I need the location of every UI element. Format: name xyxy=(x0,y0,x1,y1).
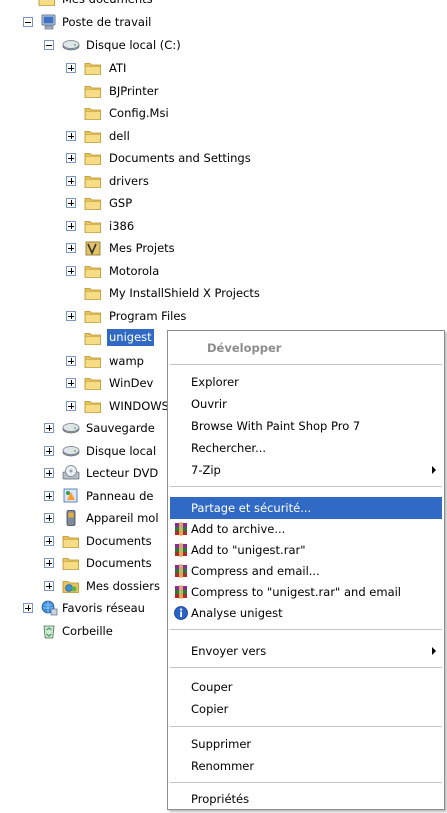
expand-toggle[interactable] xyxy=(66,221,76,231)
folder-icon xyxy=(84,397,102,415)
submenu-arrow-icon xyxy=(432,647,436,655)
expand-toggle[interactable] xyxy=(44,558,54,568)
expand-toggle[interactable] xyxy=(66,356,76,366)
menu-item-couper[interactable]: Couper xyxy=(170,676,442,698)
network-folder-icon xyxy=(62,577,80,595)
folder-icon xyxy=(84,307,102,325)
collapse-toggle[interactable] xyxy=(23,17,33,27)
menu-item-compress-and-email[interactable]: Compress and email... xyxy=(170,560,442,582)
expand-toggle[interactable] xyxy=(44,423,54,433)
expand-toggle[interactable] xyxy=(66,63,76,73)
menu-item-paint-shop-pro[interactable]: Browse With Paint Shop Pro 7 xyxy=(170,415,442,437)
mobile-device-icon xyxy=(62,509,80,527)
expand-toggle[interactable] xyxy=(66,243,76,253)
menu-item-partage-et-securite[interactable]: Partage et sécurité... xyxy=(170,497,442,519)
expand-toggle[interactable] xyxy=(44,468,54,478)
expand-toggle[interactable] xyxy=(44,446,54,456)
expand-toggle[interactable] xyxy=(23,603,33,613)
mes-projets-icon xyxy=(84,239,102,257)
menu-item-add-to-archive[interactable]: Add to archive... xyxy=(170,518,442,540)
winrar-icon xyxy=(173,542,189,558)
folder-icon xyxy=(84,59,102,77)
collapse-toggle[interactable] xyxy=(44,40,54,50)
folder-icon xyxy=(84,127,102,145)
folder-icon xyxy=(84,194,102,212)
expand-toggle[interactable] xyxy=(44,513,54,523)
folder-icon xyxy=(84,329,102,347)
recycle-bin-icon xyxy=(40,622,58,640)
folder-icon xyxy=(84,374,102,392)
menu-item-developper[interactable]: Développer xyxy=(170,337,442,359)
control-panel-icon xyxy=(62,487,80,505)
winrar-icon xyxy=(173,584,189,600)
drive-icon xyxy=(62,442,80,460)
folder-icon xyxy=(62,532,80,550)
expand-toggle[interactable] xyxy=(66,131,76,141)
expand-toggle[interactable] xyxy=(44,581,54,591)
menu-item-rechercher[interactable]: Rechercher... xyxy=(170,437,442,459)
expand-toggle[interactable] xyxy=(66,198,76,208)
menu-item-explorer[interactable]: Explorer xyxy=(170,371,442,393)
menu-item-analyse[interactable]: Analyse unigest xyxy=(170,602,442,624)
menu-separator xyxy=(170,782,442,783)
folder-icon xyxy=(84,217,102,235)
menu-item-compress-to-rar-and-email[interactable]: Compress to "unigest.rar" and email xyxy=(170,581,442,603)
winrar-icon xyxy=(173,563,189,579)
folder-icon xyxy=(38,0,56,8)
menu-item-7zip[interactable]: 7-Zip xyxy=(170,459,442,481)
folder-icon xyxy=(84,149,102,167)
folder-icon xyxy=(62,554,80,572)
expand-toggle[interactable] xyxy=(44,491,54,501)
expand-toggle[interactable] xyxy=(66,266,76,276)
menu-separator xyxy=(170,667,442,668)
menu-separator xyxy=(170,364,442,365)
folder-icon xyxy=(84,82,102,100)
folder-icon xyxy=(84,284,102,302)
expand-toggle[interactable] xyxy=(66,176,76,186)
menu-separator xyxy=(170,629,442,630)
dvd-drive-icon xyxy=(62,464,80,482)
antivirus-icon xyxy=(173,605,189,621)
menu-item-envoyer-vers[interactable]: Envoyer vers xyxy=(170,640,442,662)
folder-icon xyxy=(84,172,102,190)
menu-item-copier[interactable]: Copier xyxy=(170,698,442,720)
network-icon xyxy=(40,599,58,617)
selected-item-label: unigest xyxy=(107,329,154,346)
context-menu: Développer Explorer Ouvrir Browse With P… xyxy=(167,330,445,810)
menu-item-proprietes[interactable]: Propriétés xyxy=(170,788,442,810)
menu-separator xyxy=(170,726,442,727)
expand-toggle[interactable] xyxy=(66,378,76,388)
folder-icon xyxy=(84,262,102,280)
menu-item-renommer[interactable]: Renommer xyxy=(170,755,442,777)
menu-item-supprimer[interactable]: Supprimer xyxy=(170,733,442,755)
drive-icon xyxy=(62,36,80,54)
menu-separator xyxy=(170,486,442,487)
folder-icon xyxy=(84,104,102,122)
menu-item-add-to-rar[interactable]: Add to "unigest.rar" xyxy=(170,539,442,561)
drive-icon xyxy=(62,419,80,437)
computer-icon xyxy=(40,13,58,31)
winrar-icon xyxy=(173,521,189,537)
expand-toggle[interactable] xyxy=(66,153,76,163)
submenu-arrow-icon xyxy=(432,466,436,474)
expand-toggle[interactable] xyxy=(44,536,54,546)
folder-icon xyxy=(84,352,102,370)
expand-toggle[interactable] xyxy=(66,401,76,411)
expand-toggle[interactable] xyxy=(66,311,76,321)
menu-item-ouvrir[interactable]: Ouvrir xyxy=(170,393,442,415)
